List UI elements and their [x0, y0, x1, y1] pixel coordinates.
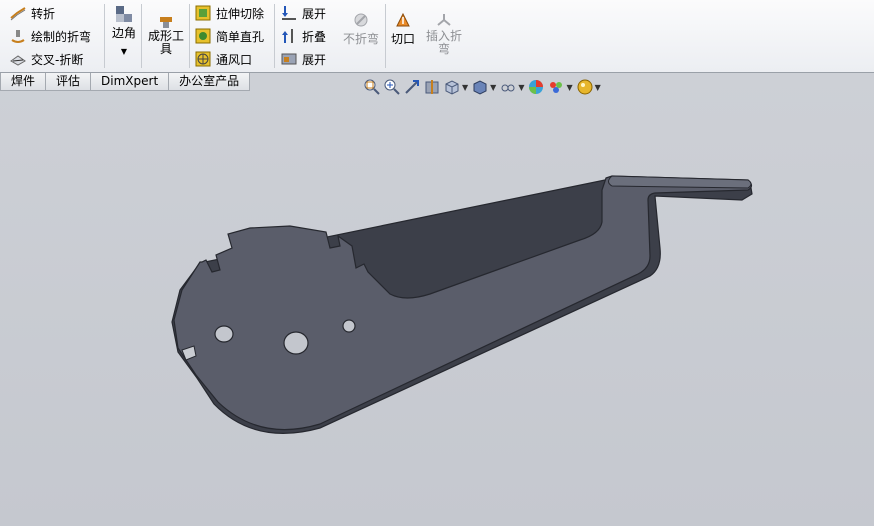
jog-label: 转折: [31, 6, 56, 21]
ribbon-separator: [141, 4, 142, 68]
unfold-label: 展开: [302, 6, 327, 21]
tab-evaluate[interactable]: 评估: [45, 73, 92, 91]
heads-up-view-toolbar: ▼ ▼ ▼ ▼ ▼: [364, 79, 605, 95]
corner-label: 边角: [111, 26, 136, 40]
flatten-icon: [281, 53, 297, 65]
zoom-to-fit-icon[interactable]: [364, 79, 380, 95]
graphics-area[interactable]: [0, 72, 874, 526]
vent-icon: [195, 51, 211, 67]
section-view-icon[interactable]: [424, 79, 440, 95]
sketched-bend-label: 绘制的折弯: [31, 29, 92, 44]
apply-scene-icon[interactable]: [548, 79, 564, 95]
fold-label: 折叠: [302, 29, 327, 44]
cross-break-label: 交叉-折断: [31, 52, 84, 67]
cross-break-icon: [10, 55, 26, 66]
command-manager-ribbon: 转折 绘制的折弯 交叉-折断 边角 ▼ 成形工具 拉伸切除 简单直孔 通风口 展…: [0, 0, 874, 73]
vent-label: 通风口: [216, 52, 253, 67]
jog-button[interactable]: 转折: [10, 3, 55, 23]
tab-weldments[interactable]: 焊件: [0, 73, 47, 91]
insert-bends-icon: [437, 14, 451, 26]
hide-show-icon[interactable]: [500, 79, 516, 95]
rip-icon: [396, 12, 410, 27]
chevron-down-icon[interactable]: ▼: [595, 83, 601, 92]
corner-icon: [116, 6, 132, 22]
no-bends-button[interactable]: 不折弯: [341, 12, 381, 47]
forming-tool-label: 成形工具: [147, 29, 184, 56]
fold-button[interactable]: 折叠: [281, 26, 326, 46]
edit-appearance-icon[interactable]: [528, 79, 544, 95]
view-orientation-icon[interactable]: [444, 79, 460, 95]
rip-button[interactable]: 切口: [390, 12, 416, 47]
flange-top: [608, 175, 752, 189]
unfold-icon: [282, 6, 296, 20]
ribbon-separator: [274, 4, 275, 68]
insert-bends-label: 插入折弯: [425, 29, 462, 56]
chevron-down-icon[interactable]: ▼: [566, 83, 572, 92]
vent-button[interactable]: 通风口: [195, 49, 252, 69]
view-setting-icon[interactable]: [577, 79, 593, 95]
hole-large: [283, 331, 309, 355]
sketched-bend-icon: [11, 30, 25, 43]
command-tabs: 焊件 评估 DimXpert 办公室产品: [0, 73, 251, 91]
simple-hole-label: 简单直孔: [216, 29, 265, 44]
ribbon-separator: [104, 4, 105, 68]
display-style-icon[interactable]: [472, 79, 488, 95]
insert-bends-button[interactable]: 插入折弯: [425, 12, 463, 56]
chevron-down-icon[interactable]: ▼: [462, 83, 468, 92]
previous-view-icon[interactable]: [404, 79, 420, 95]
hole-small-left: [214, 325, 234, 343]
tab-dimxpert[interactable]: DimXpert: [90, 73, 170, 91]
ribbon-separator: [189, 4, 190, 68]
chevron-down-icon[interactable]: ▼: [518, 83, 524, 92]
extruded-cut-label: 拉伸切除: [216, 6, 265, 21]
simple-hole-button[interactable]: 简单直孔: [195, 26, 264, 46]
forming-tool-icon: [160, 17, 172, 28]
tab-office-products[interactable]: 办公室产品: [168, 73, 251, 91]
corner-button[interactable]: 边角 ▼: [111, 5, 137, 56]
ribbon-separator: [385, 4, 386, 68]
extruded-cut-icon: [195, 5, 211, 21]
flatten-button[interactable]: 展开: [281, 49, 326, 69]
sheet-metal-part[interactable]: [0, 72, 874, 526]
cross-break-button[interactable]: 交叉-折断: [10, 49, 83, 69]
unfold-button[interactable]: 展开: [281, 3, 326, 23]
hole-small-right: [342, 319, 356, 333]
rip-label: 切口: [390, 32, 415, 46]
chevron-down-icon[interactable]: ▼: [490, 83, 496, 92]
sketched-bend-button[interactable]: 绘制的折弯: [10, 26, 91, 46]
forming-tool-button[interactable]: 成形工具: [146, 14, 186, 56]
zoom-to-area-icon[interactable]: [384, 79, 400, 95]
no-bends-icon: [354, 13, 368, 27]
extruded-cut-button[interactable]: 拉伸切除: [195, 3, 264, 23]
chevron-down-icon[interactable]: ▼: [111, 47, 137, 56]
simple-hole-icon: [195, 28, 211, 44]
no-bends-label: 不折弯: [342, 32, 379, 46]
jog-icon: [10, 7, 26, 21]
fold-icon: [282, 29, 293, 43]
flatten-label: 展开: [302, 52, 327, 67]
